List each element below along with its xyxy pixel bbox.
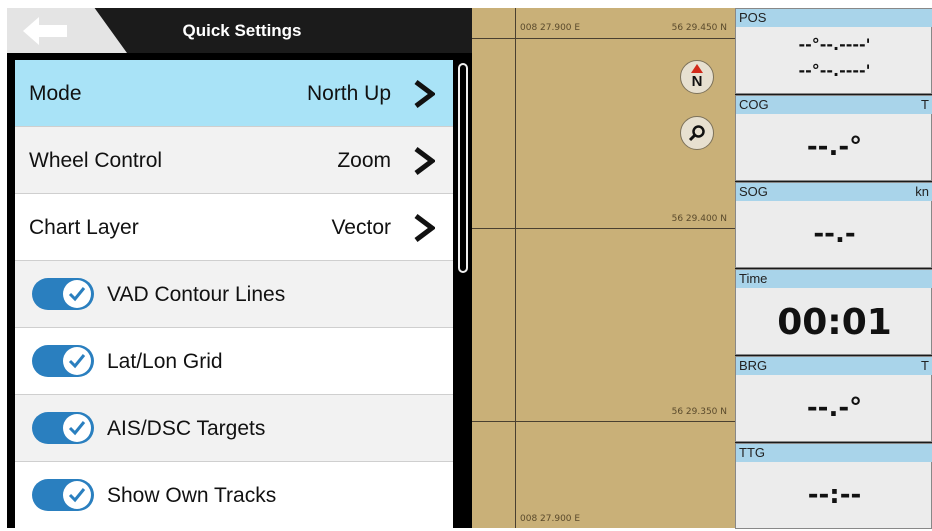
chevron-right-icon (414, 147, 435, 175)
data-box-time[interactable]: Time 00:01 (735, 269, 932, 355)
magnifier-icon (688, 125, 705, 142)
latitude-value: --°--.----' (798, 35, 871, 54)
latitude-label: 56 29.350 N (671, 407, 727, 417)
box-title: BRG (739, 358, 768, 373)
toggle-switch[interactable] (32, 345, 94, 377)
time-value: 00:01 (777, 302, 892, 343)
checkmark-icon (68, 354, 86, 369)
setting-row-wheel-control[interactable]: Wheel Control Zoom (15, 127, 453, 194)
data-box-pos[interactable]: POS --°--.----' --°--.----' (735, 8, 932, 94)
toggle-label: AIS/DSC Targets (107, 417, 266, 440)
box-title: SOG (739, 184, 768, 199)
latitude-label: 56 29.400 N (671, 214, 727, 224)
chart-map[interactable]: 008 27.900 E 56 29.450 N 56 29.400 N 56 … (472, 8, 735, 528)
back-arrow-icon (23, 17, 67, 45)
scrollbar-thumb[interactable] (458, 63, 468, 273)
toggle-switch[interactable] (32, 412, 94, 444)
chevron-right-icon (414, 80, 435, 108)
brg-value: --.-° (806, 393, 863, 423)
longitude-label: 008 27.900 E (520, 23, 581, 33)
longitude-value: --°--.----' (798, 61, 871, 80)
toggle-label: Lat/Lon Grid (107, 350, 223, 373)
toggle-knob (63, 414, 91, 442)
box-unit: T (921, 97, 929, 112)
latitude-grid-line (472, 421, 735, 422)
box-title: TTG (739, 445, 765, 460)
panel-header: Quick Settings (7, 8, 472, 53)
page-title: Quick Settings (182, 21, 302, 40)
setting-label: Wheel Control (29, 149, 163, 172)
checkmark-icon (68, 421, 86, 436)
toggle-switch[interactable] (32, 278, 94, 310)
north-indicator-button[interactable]: N (680, 60, 714, 94)
toggle-knob (63, 481, 91, 509)
toggle-row-ais-dsc-targets[interactable]: AIS/DSC Targets (15, 395, 453, 462)
setting-row-chart-layer[interactable]: Chart Layer Vector (15, 194, 453, 261)
ttg-value: --:-- (807, 480, 862, 510)
north-label: N (691, 73, 703, 90)
data-box-cog[interactable]: COG T --.-° (735, 95, 932, 181)
longitude-label: 008 27.900 E (520, 514, 581, 524)
toggle-knob (63, 280, 91, 308)
data-panel: POS --°--.----' --°--.----' COG T --.-° … (735, 8, 932, 529)
toggle-row-lat-lon-grid[interactable]: Lat/Lon Grid (15, 328, 453, 395)
setting-value: North Up (306, 82, 391, 105)
checkmark-icon (68, 488, 86, 503)
setting-label: Mode (29, 82, 82, 105)
longitude-grid-line (515, 8, 516, 528)
cog-value: --.-° (806, 132, 863, 162)
toggle-switch[interactable] (32, 479, 94, 511)
toggle-label: Show Own Tracks (107, 484, 277, 507)
sog-value: --.- (813, 219, 856, 249)
toggle-knob (63, 347, 91, 375)
box-unit: kn (915, 184, 929, 199)
setting-value: Vector (331, 216, 391, 239)
toggle-row-vad-contour-lines[interactable]: VAD Contour Lines (15, 261, 453, 328)
box-title: Time (739, 271, 768, 286)
toggle-row-show-own-tracks[interactable]: Show Own Tracks (15, 462, 453, 528)
zoom-button[interactable] (680, 116, 714, 150)
data-box-ttg[interactable]: TTG --:-- (735, 443, 932, 529)
checkmark-icon (68, 287, 86, 302)
chevron-right-icon (414, 214, 435, 242)
data-box-sog[interactable]: SOG kn --.- (735, 182, 932, 268)
latitude-label: 56 29.450 N (671, 23, 727, 33)
latitude-grid-line (472, 38, 735, 39)
back-button[interactable] (7, 8, 127, 53)
setting-row-mode[interactable]: Mode North Up (15, 60, 453, 127)
setting-value: Zoom (337, 149, 391, 172)
data-box-brg[interactable]: BRG T --.-° (735, 356, 932, 442)
settings-list: Mode North Up Wheel Control Zoom Chart L… (15, 60, 453, 528)
setting-label: Chart Layer (29, 216, 139, 239)
box-unit: T (921, 358, 929, 373)
latitude-grid-line (472, 228, 735, 229)
toggle-label: VAD Contour Lines (107, 283, 286, 306)
box-title: COG (739, 97, 769, 112)
quick-settings-panel: Quick Settings Mode North Up Wheel Contr… (7, 8, 472, 528)
box-title: POS (739, 10, 767, 25)
box-header (736, 444, 932, 462)
